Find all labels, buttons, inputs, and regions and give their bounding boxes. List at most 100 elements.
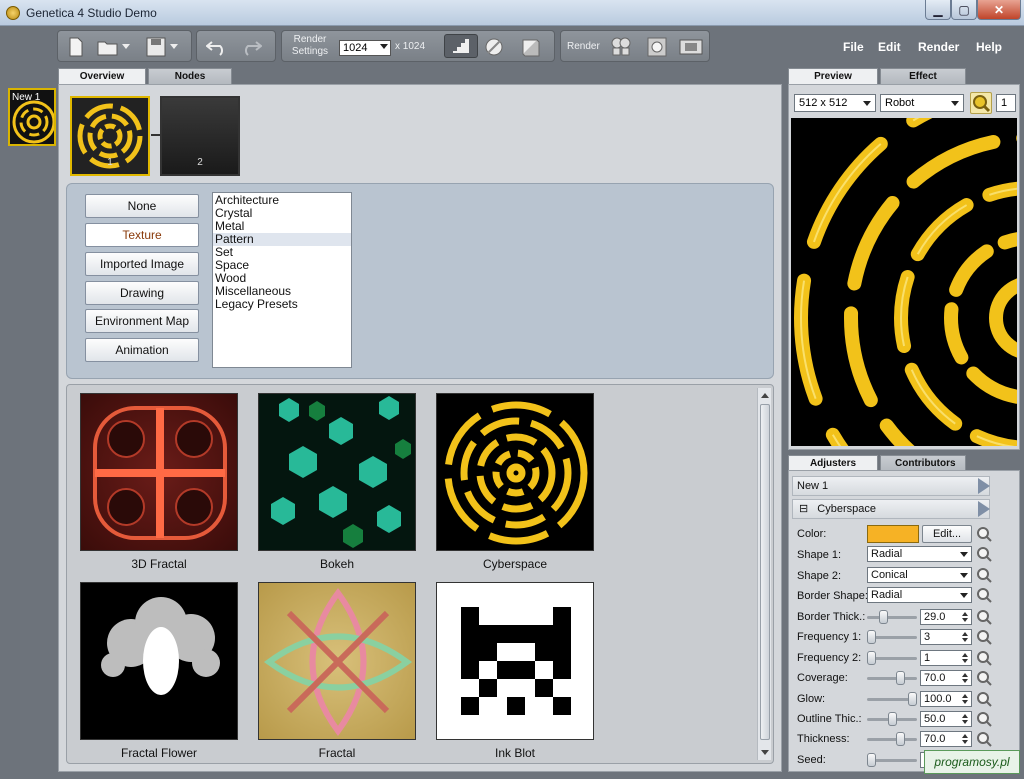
magnifier-icon[interactable]: [976, 691, 992, 707]
magnifier-icon[interactable]: [976, 587, 992, 603]
preview-size-select[interactable]: 512 x 512: [794, 94, 876, 112]
magnifier-icon[interactable]: [976, 567, 992, 583]
slider-knob[interactable]: [908, 691, 917, 706]
play-icon[interactable]: [978, 501, 990, 517]
spin-up-icon[interactable]: [962, 714, 968, 718]
shape1-select[interactable]: Radial: [867, 546, 972, 562]
spin-down-icon[interactable]: [962, 638, 968, 643]
value-spinner[interactable]: 50.0: [920, 711, 972, 727]
border-shape-select[interactable]: Radial: [867, 587, 972, 603]
spin-down-icon[interactable]: [962, 658, 968, 663]
tab-contributors[interactable]: Contributors: [880, 455, 966, 471]
tile-mode-button[interactable]: [444, 34, 478, 58]
preset-cyberspace[interactable]: [436, 393, 594, 551]
category-animation-button[interactable]: Animation: [85, 338, 199, 362]
spin-up-icon[interactable]: [962, 734, 968, 739]
slider[interactable]: [867, 731, 917, 747]
collapse-icon[interactable]: ⊟: [799, 503, 808, 515]
spin-up-icon[interactable]: [962, 673, 968, 678]
preset-group-list[interactable]: Architecture Crystal Metal Pattern Set S…: [212, 192, 352, 368]
preview-zoom-select[interactable]: 1: [996, 94, 1016, 112]
shape2-select[interactable]: Conical: [867, 567, 972, 583]
menu-render[interactable]: Render: [918, 40, 959, 54]
spin-up-icon[interactable]: [962, 693, 968, 698]
spin-up-icon[interactable]: [962, 612, 968, 616]
open-file-button[interactable]: [96, 36, 120, 58]
slider[interactable]: [867, 711, 917, 727]
color-swatch[interactable]: [867, 525, 919, 543]
save-button[interactable]: [144, 36, 168, 58]
tab-effect-maps[interactable]: Effect Maps: [880, 68, 966, 97]
preview-object-select[interactable]: Robot: [880, 94, 964, 112]
render-animation-button[interactable]: [679, 36, 703, 58]
slider[interactable]: [867, 609, 917, 625]
preview-canvas[interactable]: [791, 118, 1017, 446]
value-spinner[interactable]: 29.0: [920, 609, 972, 625]
sphere-mode-button[interactable]: [482, 36, 506, 58]
document-thumbnail[interactable]: New 1: [8, 88, 56, 146]
preset-fractal[interactable]: [258, 582, 416, 740]
slider-knob[interactable]: [895, 732, 905, 747]
tab-overview[interactable]: Overview: [58, 68, 146, 84]
render-width-input[interactable]: 1024: [339, 40, 391, 56]
value-spinner[interactable]: 70.0: [920, 731, 972, 748]
spin-up-icon[interactable]: [962, 632, 968, 637]
close-button[interactable]: ✕: [977, 0, 1021, 20]
magnifier-icon[interactable]: [976, 711, 992, 727]
redo-button[interactable]: [239, 36, 263, 58]
play-icon[interactable]: [978, 478, 990, 494]
category-imported-image-button[interactable]: Imported Image: [85, 252, 199, 276]
tab-preview[interactable]: Preview: [788, 68, 878, 84]
plane-mode-button[interactable]: [518, 36, 542, 58]
new-file-button[interactable]: [64, 36, 88, 58]
slider[interactable]: [867, 650, 917, 666]
spin-up-icon[interactable]: [962, 652, 968, 657]
gallery-scrollbar[interactable]: [757, 388, 771, 760]
magnifier-icon[interactable]: [976, 650, 992, 666]
spin-down-icon[interactable]: [962, 720, 968, 724]
slider[interactable]: [867, 670, 917, 686]
color-edit-button[interactable]: Edit...: [922, 525, 972, 543]
magnifier-icon[interactable]: [976, 670, 992, 686]
slider-knob[interactable]: [867, 630, 876, 645]
menu-file[interactable]: File: [843, 40, 864, 54]
minimize-button[interactable]: ▁: [925, 0, 951, 20]
category-texture-button[interactable]: Texture: [85, 223, 199, 247]
spin-down-icon[interactable]: [962, 699, 968, 704]
open-dropdown-button[interactable]: [120, 36, 132, 58]
menu-edit[interactable]: Edit: [878, 40, 901, 54]
slider-knob[interactable]: [867, 650, 876, 665]
slider-knob[interactable]: [878, 610, 888, 624]
scroll-down-icon[interactable]: [761, 750, 769, 755]
save-dropdown-button[interactable]: [168, 36, 180, 58]
undo-button[interactable]: [205, 36, 229, 58]
value-spinner[interactable]: 1: [920, 649, 972, 666]
list-item[interactable]: Pattern: [213, 233, 351, 246]
slider[interactable]: [867, 752, 917, 768]
spin-down-icon[interactable]: [962, 740, 968, 745]
value-spinner[interactable]: 70.0: [920, 670, 972, 687]
slider-knob[interactable]: [895, 671, 905, 686]
node-thumbnail[interactable]: 2: [160, 96, 240, 176]
preset-bokeh[interactable]: [258, 393, 416, 551]
category-none-button[interactable]: None: [85, 194, 199, 218]
slider[interactable]: [867, 629, 917, 645]
spin-down-icon[interactable]: [962, 618, 968, 622]
category-environment-map-button[interactable]: Environment Map: [85, 309, 199, 333]
list-item[interactable]: Legacy Presets: [213, 298, 351, 311]
slider-knob[interactable]: [887, 712, 897, 726]
magnifier-icon[interactable]: [976, 526, 992, 542]
magnifier-icon[interactable]: [976, 546, 992, 562]
tab-adjusters[interactable]: Adjusters: [788, 455, 878, 471]
value-spinner[interactable]: 3: [920, 629, 972, 646]
node-thumbnail[interactable]: 1: [70, 96, 150, 176]
render-objects-button[interactable]: [609, 36, 633, 58]
menu-help[interactable]: Help: [976, 40, 1002, 54]
scroll-up-icon[interactable]: [761, 393, 769, 398]
category-drawing-button[interactable]: Drawing: [85, 281, 199, 305]
preview-light-button[interactable]: [970, 92, 992, 114]
tab-nodes[interactable]: Nodes: [148, 68, 232, 84]
preset-fractal-flower[interactable]: [80, 582, 238, 740]
magnifier-icon[interactable]: [976, 629, 992, 646]
maximize-button[interactable]: ▢: [951, 0, 977, 20]
